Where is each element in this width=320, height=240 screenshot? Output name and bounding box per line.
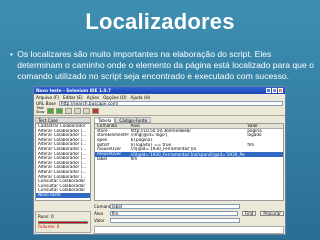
- editor-pane: Tabela Código-Fonte Comando Alvo Valor s…: [94, 117, 284, 234]
- step-icon[interactable]: [74, 108, 82, 114]
- test-case-list: Cadastrar Colaborador Alterar Colaborador…: [35, 123, 91, 201]
- failures-label: Failures:: [38, 224, 56, 229]
- column-comando[interactable]: Comando: [95, 124, 129, 128]
- play-suite-icon[interactable]: [47, 108, 55, 114]
- base-url-input[interactable]: http://search.buscape.com/: [58, 101, 283, 106]
- menu-editar[interactable]: Editar (E): [63, 95, 83, 100]
- cell-text: gotoIf: [97, 142, 110, 147]
- cell-text: storeElementPresent: [97, 133, 129, 138]
- cell-text: http://10.50.50.36/Imedweb/: [130, 128, 191, 133]
- selenium-ide-window: Novo teste - Selenium IDE 1.0.7 _ □ × Ar…: [33, 86, 286, 235]
- play-test-icon[interactable]: [56, 108, 64, 114]
- target-field-label: Alvo: [94, 211, 104, 216]
- close-icon[interactable]: ×: [278, 88, 283, 93]
- column-valor[interactable]: Valor: [245, 124, 283, 128]
- runs-label: Runs:: [38, 214, 50, 219]
- value-field-label: Valor: [94, 218, 105, 223]
- menu-ajuda[interactable]: Ajuda (H): [131, 95, 151, 100]
- menu-arquivo[interactable]: Arquivo (F): [36, 95, 59, 100]
- base-url-row: URL Base http://search.buscape.com/: [34, 100, 285, 107]
- command-table: Comando Alvo Valor store http://10.50.50.…: [94, 123, 284, 201]
- cell-text: store: [97, 128, 108, 133]
- value-field[interactable]: [110, 217, 240, 224]
- table-cell: [245, 194, 283, 199]
- window-title: Novo teste - Selenium IDE 1.0.7: [36, 88, 111, 93]
- target-field[interactable]: fim: [109, 210, 238, 217]
- record-icon[interactable]: [92, 108, 100, 114]
- toolbar: Fast Slow: [34, 107, 285, 116]
- cell-text: open: [97, 138, 108, 143]
- test-case-pane: Test Case Cadastrar Colaborador Alterar C…: [35, 117, 91, 234]
- log-panel: [94, 226, 284, 234]
- run-stats: Runs: 0 Failures: 0: [35, 211, 91, 233]
- failures-value: 0: [56, 224, 60, 229]
- bullet-text: Os localizares são muito importantes na …: [17, 49, 314, 82]
- cell-text: pagina: [247, 128, 262, 133]
- speed-slider[interactable]: Fast Slow: [36, 107, 44, 114]
- cell-text: fim: [247, 142, 255, 147]
- runs-value: 0: [50, 214, 54, 219]
- table-cell: [95, 194, 129, 199]
- cell-text: label: [97, 156, 108, 161]
- cell-text: mouseOver: [97, 147, 122, 152]
- maximize-icon[interactable]: □: [272, 88, 277, 93]
- pause-icon[interactable]: [65, 108, 73, 114]
- cell-text: //li[@id='1930_Ferramentas']/a: [130, 147, 197, 152]
- rollup-icon[interactable]: [83, 108, 91, 114]
- slide-title: Localizadores: [85, 9, 235, 34]
- test-case-item[interactable]: Novo teste: [36, 192, 90, 198]
- base-url-label: URL Base: [36, 101, 56, 106]
- command-field[interactable]: label: [110, 203, 240, 210]
- slide-bullet: • Os localizares são muito importantes n…: [10, 49, 316, 83]
- table-row[interactable]: [95, 194, 283, 199]
- cell-text: //img[@id='logo']: [130, 133, 168, 138]
- cell-text: mouseOver: [97, 152, 122, 157]
- find-button[interactable]: Find: [241, 210, 257, 217]
- speed-slow-label: Slow: [36, 110, 45, 114]
- command-field-label: Comand: [94, 204, 112, 209]
- menu-acoes[interactable]: Ações: [87, 95, 99, 100]
- tab-tabela[interactable]: Tabela: [94, 117, 116, 123]
- cell-text: ${logado} == true: [130, 142, 172, 147]
- table-cell: [129, 194, 246, 199]
- command-form: Comand label Alvo fim Find Procurar Valo…: [94, 203, 284, 234]
- tab-codigo-fonte[interactable]: Código-Fonte: [115, 117, 152, 123]
- cell-text: ${pagina}: [130, 138, 153, 143]
- ide-body: Test Case Cadastrar Colaborador Alterar C…: [34, 117, 285, 234]
- search-button[interactable]: Procurar: [260, 210, 284, 217]
- minimize-icon[interactable]: _: [266, 88, 271, 93]
- failure-progress-fill: [39, 222, 87, 223]
- window-titlebar[interactable]: Novo teste - Selenium IDE 1.0.7 _ □ ×: [34, 87, 285, 94]
- bullet-dot: •: [10, 49, 13, 59]
- cell-text: logado: [247, 133, 262, 138]
- menu-opcoes[interactable]: Opções (O): [103, 95, 126, 100]
- column-alvo[interactable]: Alvo: [129, 124, 246, 128]
- cell-text: fim: [130, 156, 138, 161]
